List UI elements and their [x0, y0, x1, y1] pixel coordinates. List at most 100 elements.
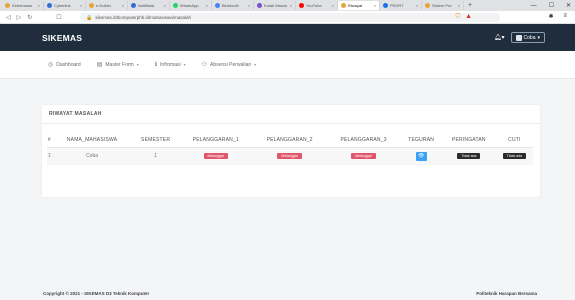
riwayat-masalah-card: RIWAYAT MASALAH # NAMA_MAHASISWA SEMESTER P…: [42, 105, 540, 197]
tab-favicon-icon: [47, 3, 52, 8]
url-field[interactable]: 🔒 sikemas.d3komputerphb.id/mahasiswa/mas…: [80, 13, 500, 22]
riwayat-table: # NAMA_MAHASISWA SEMESTER PELANGGARAN_1 PELA…: [47, 133, 533, 165]
menu-icon[interactable]: ≡: [563, 13, 567, 20]
warning-badge: Tidak ada: [457, 153, 481, 160]
browser-tab[interactable]: Bluetooth ×: [212, 1, 254, 10]
minimize-icon[interactable]: —: [531, 3, 537, 9]
lock-icon: 🔒: [86, 14, 93, 21]
tab-close-icon[interactable]: ×: [164, 3, 166, 8]
chevron-down-icon: ▾: [254, 62, 257, 67]
bookmark-icon[interactable]: ☐: [56, 14, 61, 21]
tab-close-icon[interactable]: ×: [416, 3, 418, 8]
tab-close-icon[interactable]: ×: [38, 3, 40, 8]
back-icon[interactable]: ◁: [6, 14, 11, 21]
tab-favicon-icon: [131, 3, 136, 8]
tab-label: Kebebasan: [12, 3, 33, 8]
menu-item-absensi-perwalian[interactable]: ⚇ Absensi Perwalian ▾: [201, 61, 257, 69]
tab-label: PEDRT: [390, 3, 404, 8]
tab-label: e-Kuliah: [96, 3, 111, 8]
column-header: SEMESTER: [132, 133, 179, 148]
tab-favicon-icon: [173, 3, 178, 8]
tab-favicon-icon: [5, 3, 10, 8]
tab-favicon-icon: [425, 3, 430, 8]
extension-icon[interactable]: ✱: [548, 13, 553, 20]
browser-tab[interactable]: WhatsApp ×: [170, 1, 212, 10]
tab-favicon-icon: [341, 3, 346, 8]
table-cell: Melanggar: [326, 147, 401, 165]
browser-tab[interactable]: Kotak Masuk ×: [254, 1, 296, 10]
browser-tab[interactable]: Sistem Pre ×: [422, 1, 464, 10]
menu-item-label: Infromasi: [160, 61, 181, 68]
forward-icon[interactable]: ▷: [17, 14, 22, 21]
table-cell: Tidak ada: [495, 147, 533, 165]
tab-label: Cyberlink: [54, 3, 71, 8]
browser-tab[interactable]: Kebebasan ×: [2, 1, 44, 10]
tab-favicon-icon: [383, 3, 388, 8]
tab-close-icon[interactable]: ×: [374, 3, 376, 8]
footer-institution: Politeknik Harapan Bersama: [476, 290, 537, 296]
tab-label: Kotak Masuk: [264, 3, 288, 8]
document-icon: ▤: [96, 62, 103, 68]
tab-close-icon[interactable]: ×: [332, 3, 334, 8]
page-footer: Copyright © 2021 - SIKEMAS D3 Teknik Kom…: [0, 286, 575, 300]
reload-icon[interactable]: ↻: [27, 14, 32, 21]
table-cell: 👁︎: [400, 147, 442, 165]
new-tab-icon[interactable]: +: [468, 2, 472, 9]
tab-close-icon[interactable]: ×: [458, 3, 460, 8]
tab-close-icon[interactable]: ×: [290, 3, 292, 8]
violation-1-badge: Melanggar: [203, 153, 229, 160]
main-menu: ◎ Dashboard ▤ Master Form ▾ ℹ Infromasi ▾ ⚇ Absen…: [0, 51, 575, 79]
browser-tab[interactable]: Notifikasi ×: [128, 1, 170, 10]
leave-badge: Tidak ada: [502, 153, 527, 160]
tab-close-icon[interactable]: ×: [122, 3, 124, 8]
avatar: [515, 34, 522, 41]
column-header: PELANGGARAN_2: [252, 133, 327, 148]
window-controls: — ☐ ✕: [531, 0, 571, 11]
column-header: PELANGGARAN_3: [326, 133, 401, 148]
tab-close-icon[interactable]: ×: [248, 3, 250, 8]
tab-close-icon[interactable]: ×: [206, 3, 208, 8]
column-header: PELANGGARAN_1: [178, 133, 253, 148]
info-icon: ℹ: [154, 62, 158, 68]
browser-tab-bar: Kebebasan × Cyberlink × e-Kuliah × Notifikasi ×…: [0, 0, 575, 11]
tab-label: Sistem Pre: [432, 3, 452, 8]
user-name: Coba: [523, 34, 536, 41]
table-cell: Melanggar: [178, 147, 253, 165]
table-cell: Melanggar: [252, 147, 327, 165]
view-teguran-button[interactable]: 👁︎: [415, 151, 427, 161]
close-icon[interactable]: ✕: [566, 2, 571, 9]
browser-address-bar: ◁ ▷ ↻ ☐ 🔒 sikemas.d3komputerphb.id/mahas…: [0, 11, 575, 24]
table-cell: 1: [132, 147, 179, 165]
tab-label: Notifikasi: [138, 3, 155, 8]
user-menu-button[interactable]: Coba ▾: [510, 32, 545, 43]
menu-item-dashboard[interactable]: ◎ Dashboard: [48, 61, 81, 69]
chevron-down-icon: ▾: [183, 62, 186, 67]
row-number: 1: [47, 153, 51, 160]
app-brand[interactable]: SIKEMAS: [42, 33, 82, 43]
tab-close-icon[interactable]: ×: [80, 3, 82, 8]
browser-tab[interactable]: Cyberlink ×: [44, 1, 86, 10]
browser-tab[interactable]: e-Kuliah ×: [86, 1, 128, 10]
browser-tab[interactable]: PEDRT ×: [380, 1, 422, 10]
semester-value: 1: [154, 153, 157, 160]
violation-3-badge: Melanggar: [351, 153, 376, 160]
column-header: TEGURAN: [400, 133, 442, 148]
menu-item-label: Dashboard: [56, 61, 81, 68]
shield-icon[interactable]: ⛉: [455, 14, 460, 21]
tab-label: Riwayat: [348, 3, 363, 8]
browser-tab[interactable]: Riwayat ×: [338, 1, 380, 10]
warning-icon[interactable]: ▲: [465, 13, 472, 20]
tab-favicon-icon: [215, 3, 220, 8]
tab-label: WhatsApp: [180, 3, 199, 8]
menu-item-infromasi[interactable]: ℹ Infromasi ▾: [154, 61, 186, 69]
table-cell: Tidak ada: [441, 147, 496, 165]
url-text: sikemas.d3komputerphb.id/mahasiswa/masal…: [95, 15, 192, 20]
tab-favicon-icon: [299, 3, 304, 8]
menu-item-master-form[interactable]: ▤ Master Form ▾: [96, 61, 139, 69]
maximize-icon[interactable]: ☐: [549, 2, 554, 9]
users-icon: ⚇: [201, 62, 207, 68]
dashboard-icon: ◎: [48, 62, 54, 68]
notification-bell-icon[interactable]: 🔔︎▾: [494, 34, 505, 41]
card-title: RIWAYAT MASALAH: [49, 111, 102, 117]
browser-tab[interactable]: YouTube ×: [296, 1, 338, 10]
